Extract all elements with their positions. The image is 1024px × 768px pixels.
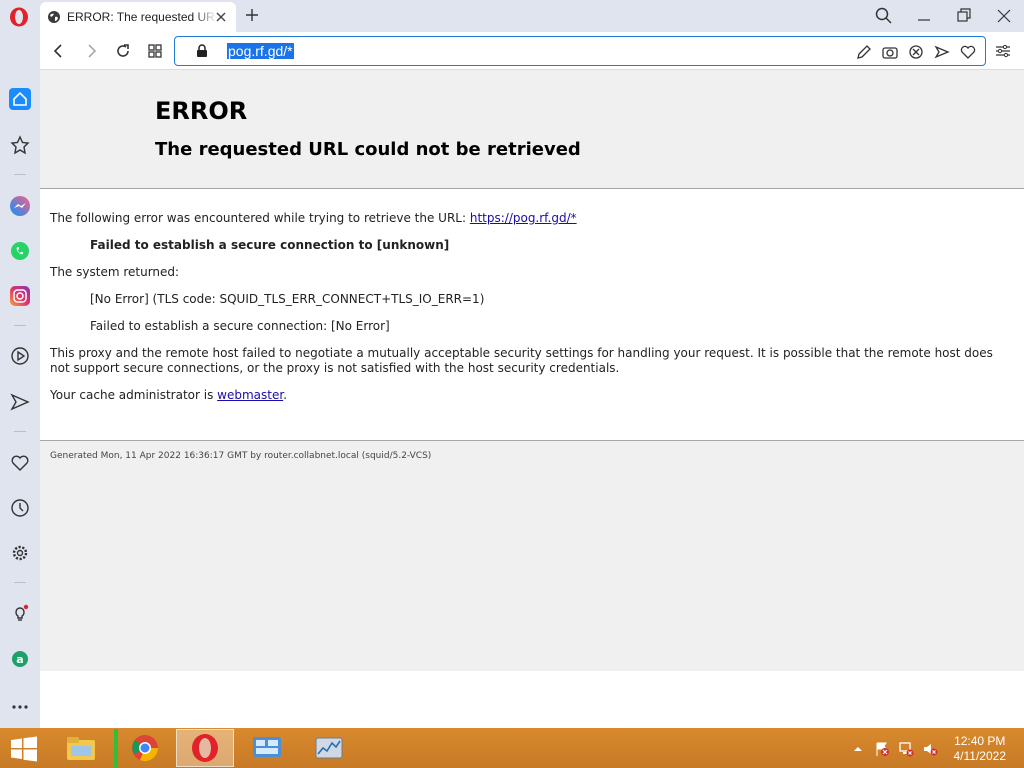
- error-url-prefix: The following error was encountered whil…: [50, 211, 470, 225]
- failed-secure-detail: Failed to establish a secure connection:…: [90, 319, 390, 333]
- admin-prefix: Your cache administrator is: [50, 388, 218, 402]
- volume-muted-icon[interactable]: [922, 741, 938, 757]
- more-icon[interactable]: [9, 696, 31, 718]
- history-icon[interactable]: [9, 497, 31, 519]
- url-text[interactable]: pog.rf.gd/*: [227, 43, 294, 59]
- heart-icon[interactable]: [9, 452, 31, 474]
- speed-dial-icon[interactable]: [9, 134, 31, 156]
- player-icon[interactable]: [9, 345, 31, 367]
- admin-suffix: .: [283, 388, 288, 402]
- network-icon[interactable]: [898, 741, 914, 757]
- resource-monitor-icon[interactable]: [300, 729, 358, 767]
- opera-menu-icon[interactable]: [9, 7, 29, 27]
- clock-date: 4/11/2022: [953, 749, 1007, 763]
- globe-icon: [48, 11, 60, 23]
- page-title: ERROR: [155, 97, 248, 125]
- file-explorer-icon[interactable]: [52, 729, 110, 767]
- edit-share-icon[interactable]: [855, 43, 873, 61]
- taskbar: 12:40 PM 4/11/2022: [0, 728, 1024, 768]
- speed-dial-grid-icon[interactable]: [146, 42, 164, 60]
- new-tab-plus-icon[interactable]: [244, 7, 260, 23]
- send-arrow-icon[interactable]: [933, 43, 951, 61]
- tab-bar: ERROR: The requested URL could not be re…: [0, 0, 1024, 32]
- snapshot-camera-icon[interactable]: [881, 43, 899, 61]
- webmaster-link[interactable]: webmaster: [217, 388, 283, 402]
- search-tabs-icon[interactable]: [874, 6, 894, 26]
- bookmark-heart-icon[interactable]: [959, 43, 977, 61]
- instagram-icon[interactable]: [9, 285, 31, 307]
- restore-icon[interactable]: [954, 6, 974, 26]
- settings-icon[interactable]: [9, 542, 31, 564]
- clock-time: 12:40 PM: [954, 734, 1006, 748]
- browser-window: ERROR: The requested URL could not be re…: [0, 0, 1024, 768]
- messenger-icon[interactable]: [9, 195, 31, 217]
- easy-setup-icon[interactable]: [994, 42, 1012, 60]
- back-icon[interactable]: [50, 42, 68, 60]
- home-icon[interactable]: [9, 88, 31, 110]
- reload-icon[interactable]: [114, 42, 132, 60]
- system-tray: 12:40 PM 4/11/2022: [850, 728, 1024, 768]
- page-subtitle: The requested URL could not be retrieved: [155, 139, 581, 160]
- windows-start-icon[interactable]: [10, 736, 38, 762]
- error-explanation: This proxy and the remote host failed to…: [50, 346, 993, 375]
- forward-icon[interactable]: [82, 42, 100, 60]
- error-body: The following error was encountered whil…: [40, 189, 1024, 403]
- url-tools: [855, 43, 977, 61]
- generated-footer: Generated Mon, 11 Apr 2022 16:36:17 GMT …: [40, 441, 1024, 671]
- svg-text:a: a: [16, 653, 23, 666]
- tab-active[interactable]: ERROR: The requested URL could not be re…: [40, 2, 236, 32]
- sidebar: a: [0, 32, 40, 728]
- ad-block-icon[interactable]: [907, 43, 925, 61]
- action-center-flag-icon[interactable]: [874, 741, 890, 757]
- system-returned-label: The system returned:: [50, 265, 180, 279]
- page-content: ERROR The requested URL could not be ret…: [40, 70, 1024, 728]
- tls-error-code: [No Error] (TLS code: SQUID_TLS_ERR_CONN…: [90, 292, 485, 306]
- address-bar: pog.rf.gd/*: [40, 32, 1024, 70]
- error-url-line: The following error was encountered whil…: [50, 211, 1014, 226]
- close-icon[interactable]: [214, 10, 228, 24]
- url-input[interactable]: pog.rf.gd/*: [174, 36, 986, 66]
- minimize-icon[interactable]: [914, 6, 934, 26]
- aria-icon[interactable]: a: [9, 648, 31, 670]
- error-header: ERROR The requested URL could not be ret…: [40, 70, 1024, 189]
- error-url-link[interactable]: https://pog.rf.gd/*: [470, 211, 577, 225]
- clock[interactable]: 12:40 PM 4/11/2022: [954, 734, 1007, 764]
- opera-taskbar-icon[interactable]: [176, 729, 234, 767]
- failed-secure-message: Failed to establish a secure connection …: [90, 238, 450, 252]
- chrome-icon[interactable]: [114, 729, 172, 767]
- admin-line: Your cache administrator is webmaster.: [50, 388, 1014, 403]
- tips-icon[interactable]: [9, 603, 31, 625]
- control-panel-icon[interactable]: [238, 729, 296, 767]
- lock-icon[interactable]: [195, 44, 209, 58]
- tab-title: ERROR: The requested URL could not be re…: [67, 10, 217, 24]
- send-icon[interactable]: [9, 391, 31, 413]
- whatsapp-icon[interactable]: [9, 240, 31, 262]
- close-window-icon[interactable]: [994, 6, 1014, 26]
- chevron-up-icon[interactable]: [850, 741, 866, 757]
